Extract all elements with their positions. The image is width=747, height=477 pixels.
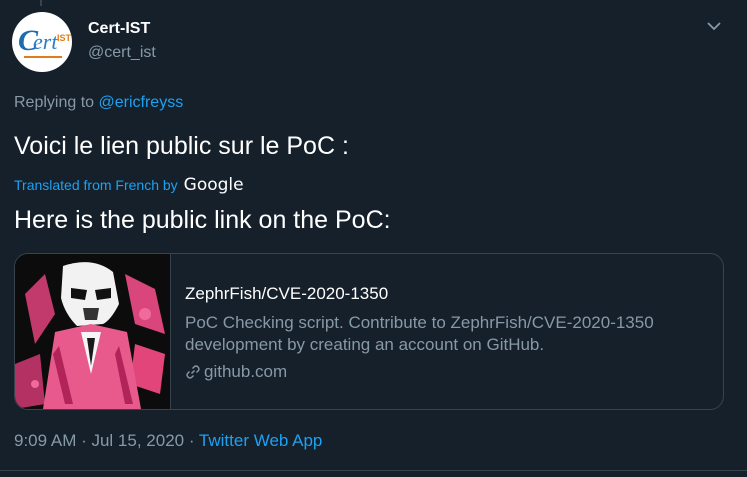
thread-connector-line — [40, 0, 42, 6]
author-display-name[interactable]: Cert-IST — [88, 20, 150, 38]
replying-to: Replying to @ericfreyss — [14, 94, 183, 112]
card-description-line-2: development by creating an account on Gi… — [185, 335, 545, 354]
replying-to-mention[interactable]: @ericfreyss — [99, 94, 184, 111]
card-art-image — [15, 254, 170, 409]
chevron-down-icon[interactable] — [702, 14, 726, 38]
card-domain: github.com — [185, 362, 654, 382]
card-description-line-1: PoC Checking script. Contribute to Zephr… — [185, 313, 654, 332]
card-thumbnail — [15, 254, 171, 409]
divider — [0, 470, 747, 471]
tweet-source-app[interactable]: Twitter Web App — [199, 431, 322, 450]
tweet-text: Voici le lien public sur le PoC : — [14, 132, 349, 160]
translated-label: Translated from French by — [14, 177, 178, 193]
replying-to-label: Replying to — [14, 94, 95, 111]
logo-underline — [24, 56, 62, 58]
tweet-translation: Here is the public link on the PoC: — [14, 206, 391, 234]
link-card[interactable]: ZephrFish/CVE-2020-1350 PoC Checking scr… — [14, 253, 724, 410]
card-description: PoC Checking script. Contribute to Zephr… — [185, 312, 654, 356]
translation-attribution[interactable]: Translated from French by Google — [14, 175, 244, 195]
card-body: ZephrFish/CVE-2020-1350 PoC Checking scr… — [171, 254, 654, 409]
card-domain-text: github.com — [204, 362, 288, 381]
logo-letters-ist: IST — [57, 33, 72, 43]
card-title: ZephrFish/CVE-2020-1350 — [185, 284, 389, 303]
tweet-timestamp[interactable]: 9:09 AM · Jul 15, 2020 · — [14, 431, 195, 450]
tweet-meta: 9:09 AM · Jul 15, 2020 · Twitter Web App — [14, 431, 322, 451]
link-icon — [186, 365, 200, 379]
logo-letters-ert: ert — [33, 29, 58, 54]
author-handle[interactable]: @cert_ist — [88, 44, 156, 62]
translation-provider: Google — [183, 175, 244, 195]
avatar[interactable]: C ert IST — [12, 12, 72, 72]
